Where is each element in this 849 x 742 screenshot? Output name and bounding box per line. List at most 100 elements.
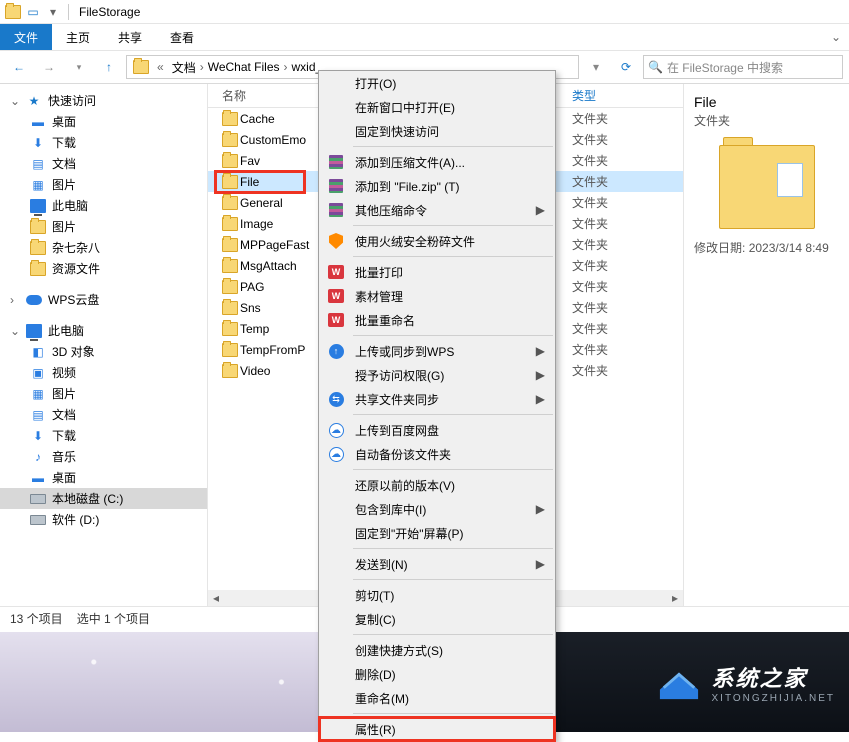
folder-icon (222, 364, 238, 378)
menu-huorong-shred[interactable]: 使用火绒安全粉碎文件 (319, 229, 555, 253)
file-type: 文件夹 (572, 278, 632, 295)
qat-icon[interactable]: ▭ (24, 3, 42, 21)
sidebar-item-misc[interactable]: 杂七杂八 (0, 237, 207, 258)
breadcrumb-root[interactable]: « (153, 60, 168, 74)
file-type: 文件夹 (572, 257, 632, 274)
sidebar-item-pictures[interactable]: ▦图片 (0, 174, 207, 195)
scroll-right-icon[interactable]: ▸ (667, 590, 683, 606)
tab-view[interactable]: 查看 (156, 24, 208, 50)
nav-back-icon[interactable]: ← (6, 54, 32, 80)
menu-include-library[interactable]: 包含到库中(I)▶ (319, 497, 555, 521)
details-thumbnail (719, 145, 815, 229)
tab-file[interactable]: 文件 (0, 24, 52, 50)
menu-restore[interactable]: 还原以前的版本(V) (319, 473, 555, 497)
nav-forward-icon: → (36, 54, 62, 80)
menu-other-compress[interactable]: 其他压缩命令▶ (319, 198, 555, 222)
scroll-left-icon[interactable]: ◂ (208, 590, 224, 606)
sidebar-item-downloads[interactable]: ⬇下载 (0, 132, 207, 153)
sidebar-item-desktop[interactable]: ▬桌面 (0, 111, 207, 132)
menu-copy[interactable]: 复制(C) (319, 607, 555, 631)
folder-icon (222, 238, 238, 252)
addr-dropdown-icon[interactable]: ▾ (583, 54, 609, 80)
menu-batch-rename[interactable]: W批量重命名 (319, 308, 555, 332)
search-icon: 🔍 (648, 60, 663, 74)
wps-icon: W (327, 311, 345, 329)
sync-icon: ⇆ (327, 390, 345, 408)
folder-icon (222, 217, 238, 231)
nav-up-icon[interactable]: ↑ (96, 54, 122, 80)
download-icon: ⬇ (30, 135, 46, 151)
breadcrumb-wechat[interactable]: WeChat Files (204, 60, 284, 74)
sidebar-item-documents2[interactable]: ▤文档 (0, 404, 207, 425)
folder-icon (222, 175, 238, 189)
logo-icon (656, 661, 702, 703)
menu-share-sync[interactable]: ⇆共享文件夹同步▶ (319, 387, 555, 411)
menu-pin-quick[interactable]: 固定到快速访问 (319, 119, 555, 143)
qat-dropdown[interactable]: ▾ (44, 3, 62, 21)
sidebar-item-video[interactable]: ▣视频 (0, 362, 207, 383)
file-type: 文件夹 (572, 236, 632, 253)
menu-grant-access[interactable]: 授予访问权限(G)▶ (319, 363, 555, 387)
menu-upload-baidu[interactable]: ☁上传到百度网盘 (319, 418, 555, 442)
sidebar-item-music[interactable]: ♪音乐 (0, 446, 207, 467)
sidebar-this-pc[interactable]: ⌄此电脑 (0, 320, 207, 341)
ribbon-expand-icon[interactable]: ⌄ (831, 24, 849, 50)
submenu-arrow-icon: ▶ (536, 344, 545, 358)
file-type: 文件夹 (572, 341, 632, 358)
sidebar-item-drive-d[interactable]: 软件 (D:) (0, 509, 207, 530)
folder-icon (30, 220, 46, 234)
search-input[interactable]: 🔍 在 FileStorage 中搜索 (643, 55, 843, 79)
sidebar-item-drive-c[interactable]: 本地磁盘 (C:) (0, 488, 207, 509)
context-menu: 打开(O) 在新窗口中打开(E) 固定到快速访问 添加到压缩文件(A)... 添… (318, 70, 556, 742)
menu-open-new-window[interactable]: 在新窗口中打开(E) (319, 95, 555, 119)
sidebar-item-downloads2[interactable]: ⬇下载 (0, 425, 207, 446)
menu-pin-start[interactable]: 固定到"开始"屏幕(P) (319, 521, 555, 545)
sidebar-item-3d[interactable]: ◧3D 对象 (0, 341, 207, 362)
menu-upload-wps[interactable]: ↑上传或同步到WPS▶ (319, 339, 555, 363)
folder-icon (4, 3, 22, 21)
sidebar-item-pictures3[interactable]: ▦图片 (0, 383, 207, 404)
menu-add-archive[interactable]: 添加到压缩文件(A)... (319, 150, 555, 174)
cloud-up-icon: ↑ (327, 342, 345, 360)
status-count: 13 个项目 (10, 610, 63, 627)
menu-cut[interactable]: 剪切(T) (319, 583, 555, 607)
menu-delete[interactable]: 删除(D) (319, 662, 555, 686)
nav-recent-icon[interactable]: ▾ (66, 54, 92, 80)
folder-icon (222, 259, 238, 273)
details-modified: 修改日期: 2023/3/14 8:49 (694, 239, 839, 256)
file-type: 文件夹 (572, 173, 632, 190)
refresh-icon[interactable]: ⟳ (613, 54, 639, 80)
status-selected: 选中 1 个项目 (77, 610, 150, 627)
sidebar-item-documents[interactable]: ▤文档 (0, 153, 207, 174)
folder-icon (222, 154, 238, 168)
disk-icon (30, 491, 46, 507)
tab-home[interactable]: 主页 (52, 24, 104, 50)
sidebar-item-pictures2[interactable]: 图片 (0, 216, 207, 237)
file-type: 文件夹 (572, 131, 632, 148)
menu-rename[interactable]: 重命名(M) (319, 686, 555, 710)
menu-batch-print[interactable]: W批量打印 (319, 260, 555, 284)
titlebar: ▭ ▾ FileStorage (0, 0, 849, 24)
file-type: 文件夹 (572, 215, 632, 232)
menu-add-zip[interactable]: 添加到 "File.zip" (T) (319, 174, 555, 198)
menu-properties[interactable]: 属性(R) (319, 717, 555, 741)
sidebar-wps-cloud[interactable]: ›WPS云盘 (0, 289, 207, 310)
sidebar-quick-access[interactable]: ⌄★快速访问 (0, 90, 207, 111)
column-type[interactable]: 类型 (572, 87, 632, 104)
sidebar-item-pc[interactable]: 此电脑 (0, 195, 207, 216)
sidebar-item-resources[interactable]: 资源文件 (0, 258, 207, 279)
menu-create-shortcut[interactable]: 创建快捷方式(S) (319, 638, 555, 662)
sidebar-item-desktop2[interactable]: ▬桌面 (0, 467, 207, 488)
folder-icon (133, 60, 149, 74)
wps-icon: W (327, 287, 345, 305)
submenu-arrow-icon: ▶ (536, 368, 545, 382)
document-icon: ▤ (30, 156, 46, 172)
tab-share[interactable]: 共享 (104, 24, 156, 50)
menu-auto-backup[interactable]: ☁自动备份该文件夹 (319, 442, 555, 466)
breadcrumb-docs[interactable]: 文档 (168, 59, 200, 76)
menu-open[interactable]: 打开(O) (319, 71, 555, 95)
details-title: File (694, 94, 839, 110)
winrar-icon (327, 177, 345, 195)
menu-material[interactable]: W素材管理 (319, 284, 555, 308)
menu-send-to[interactable]: 发送到(N)▶ (319, 552, 555, 576)
